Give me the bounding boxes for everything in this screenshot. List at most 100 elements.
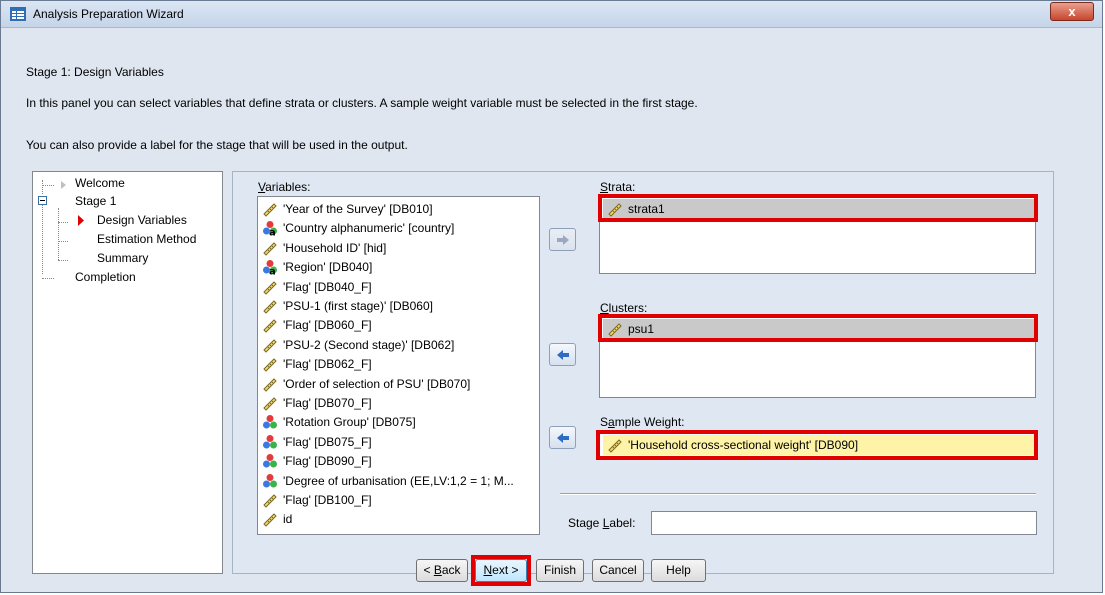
clusters-label: Clusters:	[600, 301, 648, 315]
tree-connector	[42, 200, 43, 274]
tree-connector	[58, 260, 68, 261]
nominal-icon	[263, 454, 277, 468]
variable-name: 'Flag' [DB062_F]	[283, 357, 372, 372]
variable-list-item[interactable]: 'PSU-2 (Second stage)' [DB062]	[262, 336, 454, 354]
variable-list-item[interactable]: 'Flag' [DB062_F]	[262, 355, 372, 373]
strata-highlight	[598, 194, 1038, 222]
variable-name: 'Flag' [DB090_F]	[283, 454, 372, 469]
svg-text:a: a	[269, 228, 276, 237]
variable-list-item[interactable]: 'Flag' [DB070_F]	[262, 394, 372, 412]
ruler-icon	[263, 377, 277, 392]
ruler-icon	[263, 358, 277, 372]
variable-list-item[interactable]: id	[262, 510, 292, 528]
variables-list[interactable]: 'Year of the Survey' [DB010] a 'Country al…	[257, 196, 540, 535]
variable-list-item[interactable]: 'PSU-1 (first stage)' [DB060]	[262, 297, 433, 315]
ruler-icon	[263, 280, 277, 295]
move-to-strata-button[interactable]	[549, 228, 576, 251]
tree-item-stage1[interactable]: Stage 1	[75, 194, 116, 210]
variable-list-item[interactable]: 'Year of the Survey' [DB010]	[262, 200, 433, 218]
tree-item-estimation-method[interactable]: Estimation Method	[97, 232, 196, 248]
ruler-icon	[263, 242, 277, 256]
nominal-string-icon: a	[263, 221, 277, 237]
finish-button[interactable]: Finish	[536, 559, 584, 582]
variables-label: Variables:	[258, 180, 311, 194]
tree-item-label: Summary	[97, 251, 149, 265]
app-icon	[10, 7, 26, 21]
variable-name: 'Order of selection of PSU' [DB070]	[283, 376, 471, 391]
variable-list-item[interactable]: a 'Country alphanumeric' [country]	[262, 219, 454, 237]
variable-name: 'Rotation Group' [DB075]	[283, 415, 416, 430]
variable-list-item[interactable]: 'Flag' [DB090_F]	[262, 452, 372, 470]
tree-connector	[42, 185, 54, 186]
title-bar[interactable]: Analysis Preparation Wizard x	[1, 1, 1102, 28]
variable-name: 'Region' [DB040]	[283, 260, 373, 275]
variable-name: 'Flag' [DB040_F]	[283, 279, 372, 294]
back-button[interactable]: < Back	[416, 559, 468, 582]
tree-item-welcome[interactable]: Welcome	[75, 176, 125, 192]
label-description: You can also provide a label for the sta…	[26, 138, 408, 152]
variable-name: 'Flag' [DB060_F]	[283, 318, 372, 333]
variable-name: 'Degree of urbanisation (EE,LV:1,2 = 1; …	[283, 473, 514, 488]
ruler-icon	[263, 397, 277, 411]
tree-connector	[58, 208, 59, 260]
move-clusters-button[interactable]	[549, 343, 576, 366]
move-weight-button[interactable]	[549, 426, 576, 449]
variable-name: 'Flag' [DB100_F]	[283, 493, 372, 507]
variable-list-item[interactable]: 'Flag' [DB100_F]	[262, 491, 372, 509]
variable-list-item[interactable]: 'Rotation Group' [DB075]	[262, 413, 416, 431]
ruler-icon	[263, 300, 277, 314]
variable-list-item[interactable]: 'Household ID' [hid]	[262, 239, 386, 257]
variable-list-item[interactable]: 'Flag' [DB060_F]	[262, 316, 372, 334]
variable-list-item[interactable]: 'Order of selection of PSU' [DB070]	[262, 375, 470, 393]
nominal-icon	[263, 473, 277, 488]
tree-arrow-icon	[61, 181, 66, 189]
tree-item-label: Stage 1	[75, 194, 117, 208]
tree-item-label: Welcome	[75, 176, 125, 190]
tree-connector	[42, 278, 54, 279]
collapse-icon[interactable]	[38, 196, 47, 205]
window-title: Analysis Preparation Wizard	[33, 7, 184, 21]
arrow-right-icon	[556, 234, 569, 245]
tree-connector	[58, 241, 68, 242]
panel-description: In this panel you can select variables t…	[26, 96, 698, 110]
ruler-icon	[263, 339, 277, 353]
variable-list-item[interactable]: 'Flag' [DB075_F]	[262, 433, 372, 451]
variable-name: 'PSU-1 (first stage)' [DB060]	[283, 299, 433, 313]
nominal-icon	[263, 415, 277, 429]
stage-heading: Stage 1: Design Variables	[26, 65, 164, 79]
variable-name: 'Flag' [DB070_F]	[283, 396, 372, 410]
svg-text:a: a	[269, 267, 276, 276]
tree-item-design-variables[interactable]: Design Variables	[97, 213, 187, 229]
wizard-step-tree: Welcome Stage 1 Design Variables Estimat…	[32, 171, 223, 574]
variable-name: 'PSU-2 (Second stage)' [DB062]	[283, 337, 455, 352]
stage-label-label: Stage Label:	[568, 516, 636, 530]
sample-weight-label: Sample Weight:	[600, 415, 685, 429]
ruler-icon	[263, 513, 277, 528]
variable-name: 'Year of the Survey' [DB010]	[283, 202, 433, 216]
cancel-button[interactable]: Cancel	[592, 559, 644, 582]
close-icon: x	[1068, 4, 1076, 19]
nominal-icon	[263, 434, 277, 449]
variable-list-item[interactable]: 'Degree of urbanisation (EE,LV:1,2 = 1; …	[262, 472, 514, 490]
arrow-left-icon	[556, 432, 569, 443]
tree-connector	[58, 222, 68, 223]
stage-label-input[interactable]	[651, 511, 1037, 535]
nominal-string-icon: a	[263, 260, 277, 276]
tree-item-label: Estimation Method	[97, 232, 197, 246]
variable-name: 'Household ID' [hid]	[283, 240, 387, 255]
ruler-icon	[263, 494, 277, 508]
ruler-icon	[263, 203, 277, 217]
strata-label: Strata:	[600, 180, 636, 194]
tree-connector	[42, 180, 43, 194]
tree-item-label: Design Variables	[97, 213, 187, 227]
variable-list-item[interactable]: 'Flag' [DB040_F]	[262, 278, 372, 296]
close-button[interactable]: x	[1050, 2, 1094, 21]
variable-list-item[interactable]: a 'Region' [DB040]	[262, 258, 372, 276]
arrow-left-icon	[556, 349, 569, 360]
help-button[interactable]: Help	[651, 559, 706, 582]
ruler-icon	[263, 319, 277, 334]
tree-item-summary[interactable]: Summary	[97, 251, 148, 267]
panel-divider	[560, 493, 1036, 495]
tree-item-completion[interactable]: Completion	[75, 270, 136, 286]
sample-weight-highlight	[596, 430, 1038, 460]
